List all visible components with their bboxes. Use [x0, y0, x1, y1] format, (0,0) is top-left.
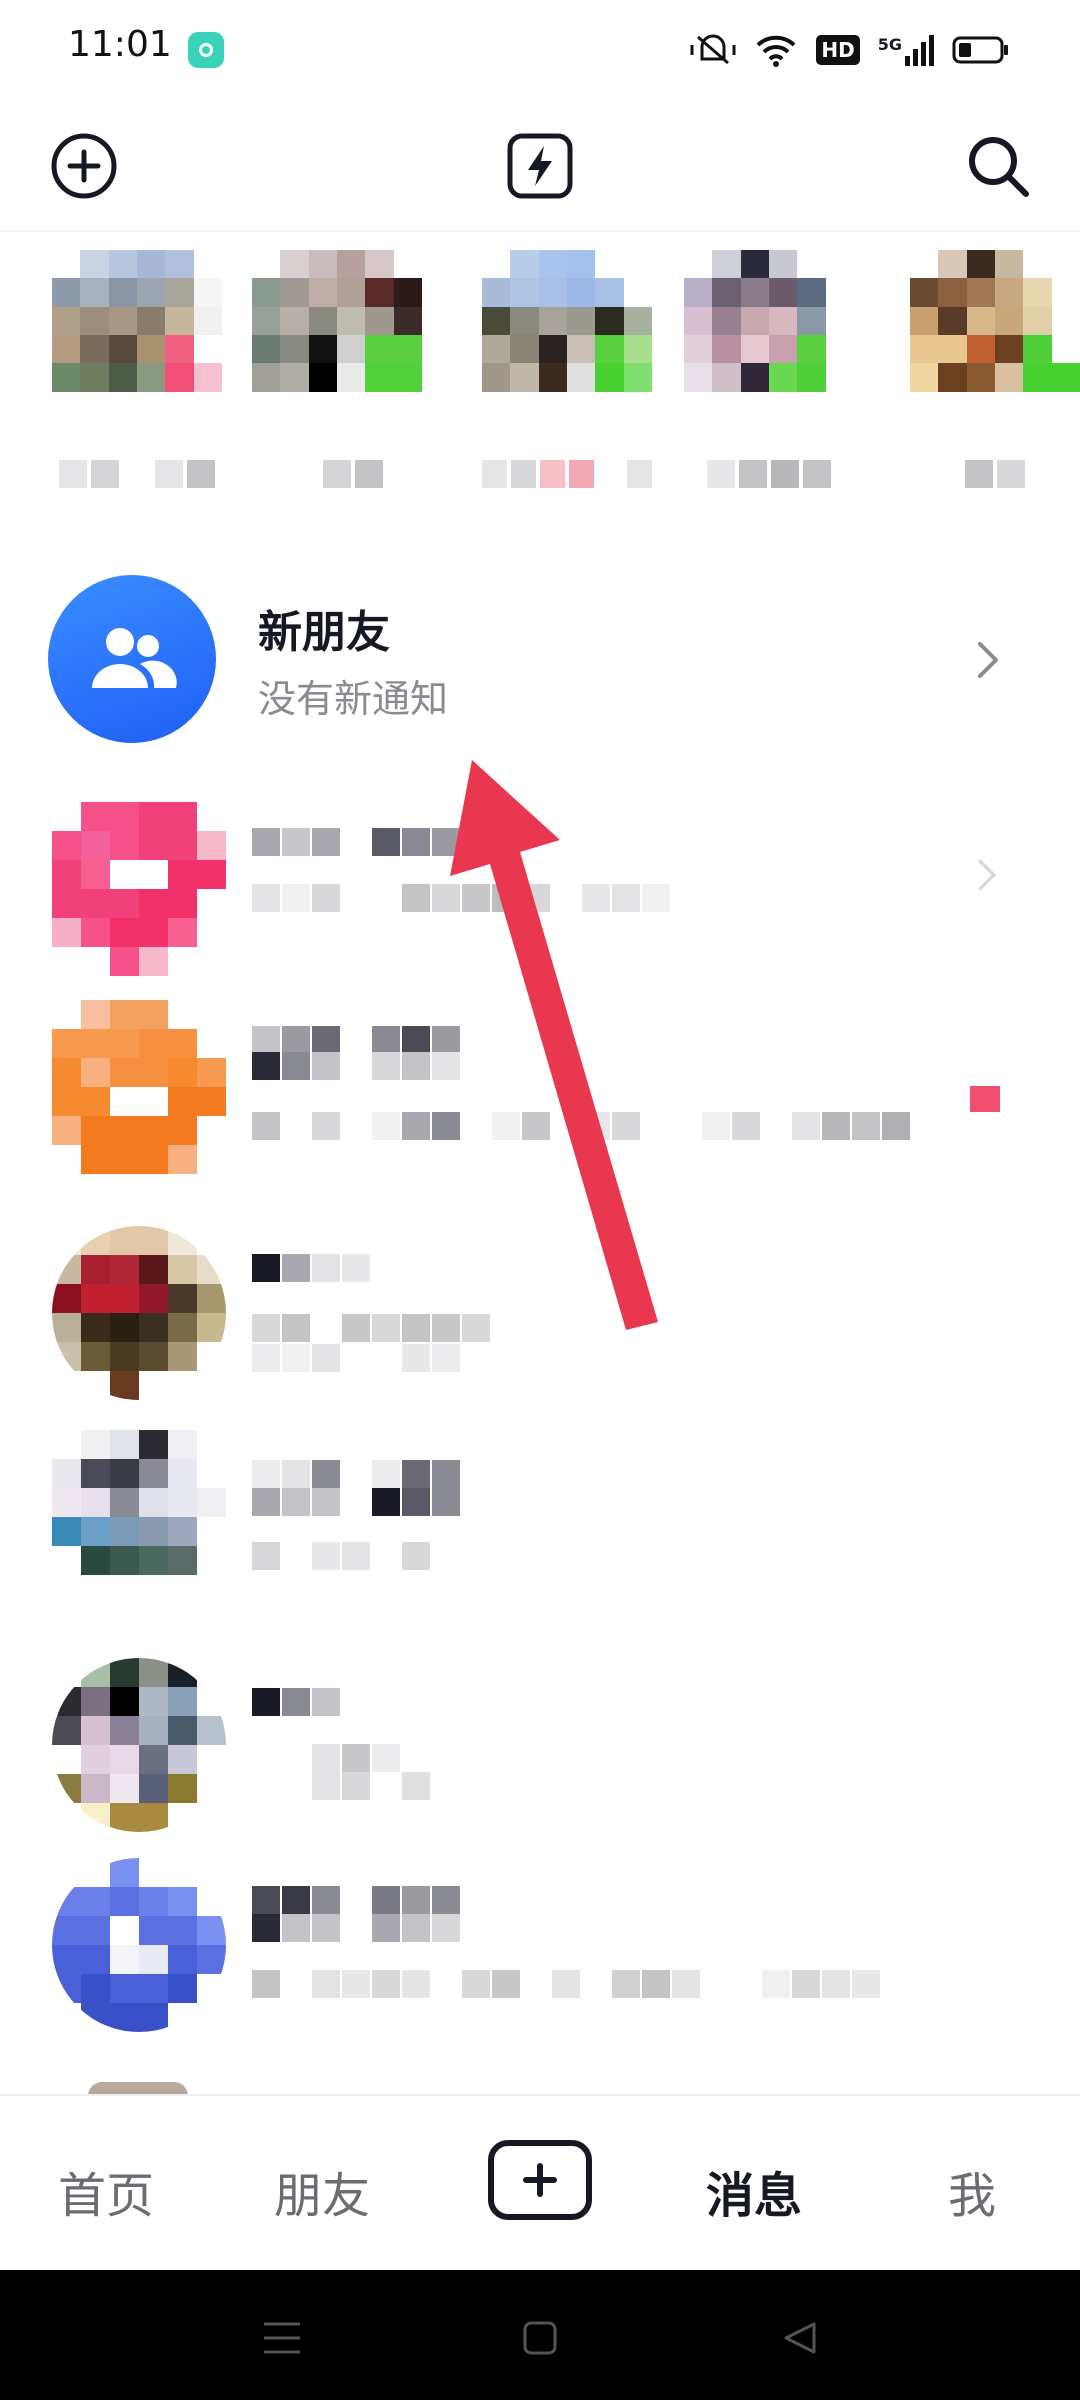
menu-icon	[264, 2322, 300, 2354]
signal-5g: 5G	[877, 34, 934, 66]
wifi-icon	[757, 35, 796, 67]
friend-name-blurred	[482, 460, 652, 490]
bottom-tab-bar: 首页 朋友 消息 我	[0, 2094, 1080, 2272]
back-triangle-icon	[784, 2322, 816, 2354]
mute-vibrate-icon	[690, 34, 736, 65]
avatar	[52, 1000, 226, 1174]
friend-avatar-1[interactable]	[52, 250, 222, 490]
chat-row[interactable]	[0, 1430, 1080, 1650]
battery-icon	[952, 36, 1008, 64]
tab-messages[interactable]: 消息	[706, 2156, 802, 2226]
create-button[interactable]	[488, 2140, 592, 2220]
friend-name-blurred	[52, 460, 222, 490]
chat-name-blurred	[252, 1688, 340, 1716]
chat-preview-blurred	[252, 1772, 430, 1800]
status-bar: 11:01 HD 5G	[0, 0, 1080, 100]
new-friends-avatar	[48, 575, 216, 743]
square-home-icon	[523, 2321, 557, 2355]
friend-avatar-2[interactable]	[252, 250, 422, 490]
chat-name-blurred	[252, 1254, 370, 1282]
top-bar	[0, 110, 1080, 232]
friend-name-blurred	[910, 460, 1080, 490]
chat-row[interactable]	[0, 1650, 1080, 1870]
search-button[interactable]	[958, 126, 1038, 206]
tab-me[interactable]: 我	[948, 2156, 996, 2226]
tab-friends[interactable]: 朋友	[274, 2156, 370, 2226]
chevron-right-icon	[978, 642, 998, 678]
new-friends-subtitle: 没有新通知	[258, 677, 449, 721]
hd-badge: HD	[816, 35, 860, 65]
search-icon	[969, 137, 1029, 197]
chat-name-blurred	[252, 1488, 460, 1516]
avatar	[52, 250, 222, 420]
avatar	[482, 250, 652, 420]
plus-icon	[523, 2163, 557, 2197]
chat-preview-blurred	[252, 1542, 430, 1570]
flash-button[interactable]	[500, 126, 580, 206]
home-button[interactable]	[510, 2308, 570, 2368]
chat-preview-blurred	[252, 1970, 880, 1998]
avatar	[684, 250, 854, 420]
avatar	[52, 1858, 226, 2032]
avatar	[52, 1430, 226, 1604]
network-type-label: 5G	[877, 34, 902, 54]
status-icons: HD 5G	[690, 28, 1010, 72]
users-icon	[92, 628, 177, 688]
chat-name-blurred	[252, 1460, 460, 1488]
friend-name-blurred	[252, 460, 422, 490]
annotation-arrow	[450, 760, 658, 1330]
back-button[interactable]	[770, 2308, 830, 2368]
chat-row[interactable]	[0, 1856, 1080, 2076]
avatar	[252, 250, 422, 420]
add-contact-button[interactable]	[44, 126, 124, 206]
chat-preview-blurred	[252, 1744, 400, 1772]
friend-avatar-3[interactable]	[482, 250, 652, 490]
friend-name-blurred	[684, 460, 854, 490]
avatar	[52, 1226, 226, 1400]
tab-home[interactable]: 首页	[58, 2156, 154, 2226]
chat-name-blurred	[252, 1886, 460, 1914]
chat-preview-blurred	[252, 1344, 460, 1372]
chevron-right-icon	[978, 859, 996, 891]
friend-avatar-4[interactable]	[684, 250, 854, 490]
avatar	[52, 802, 226, 976]
add-circle-icon	[51, 133, 117, 199]
lightning-icon	[507, 133, 573, 199]
new-friends-row[interactable]: 新朋友 没有新通知	[0, 560, 1080, 760]
avatar	[52, 1658, 226, 1832]
menu-button[interactable]	[252, 2308, 312, 2368]
avatar	[910, 250, 1080, 420]
status-time: 11:01	[68, 24, 172, 65]
notification-app-icon	[188, 32, 224, 68]
unread-badge	[970, 1086, 1000, 1112]
system-nav-bar	[0, 2270, 1080, 2400]
friend-avatar-5[interactable]	[910, 250, 1080, 490]
chat-name-blurred	[252, 1914, 460, 1942]
new-friends-title: 新朋友	[258, 607, 390, 658]
